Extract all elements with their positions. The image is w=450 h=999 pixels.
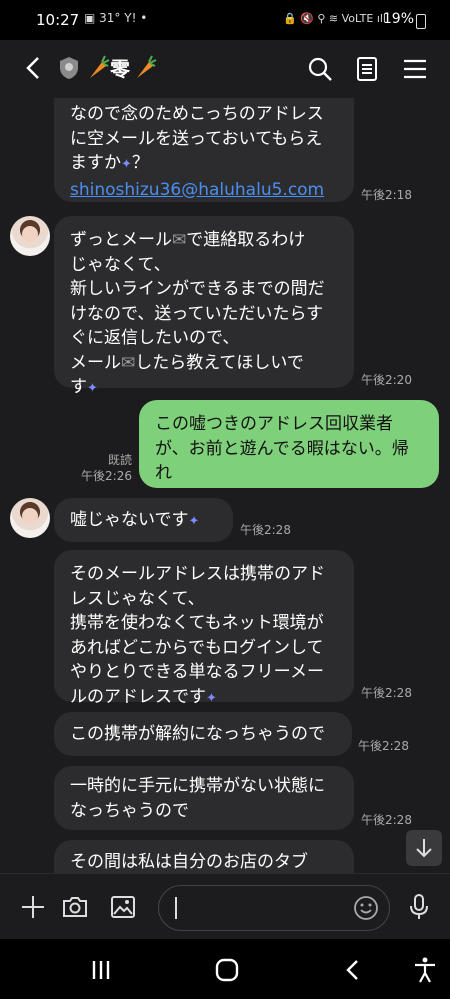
message-line: なので念のためこっちのアドレス bbox=[70, 104, 324, 124]
my-message-bubble[interactable]: この嘘つきのアドレス回収業者 が、お前と遊んでる暇はない。帰 れ bbox=[139, 400, 439, 488]
system-nav-bar bbox=[0, 939, 450, 999]
message-input-bar bbox=[0, 873, 450, 940]
carrot-icon bbox=[137, 55, 157, 78]
message-line: 嘘じゃないです✦ bbox=[70, 510, 200, 530]
back-icon[interactable] bbox=[20, 54, 48, 82]
status-bar: 10:27 ▣ 31° Y! • 🔒 🔇 ⚲ ≋ VoLTE ıll 19% bbox=[0, 0, 450, 40]
message-line: そのメールアドレスは携帯のアド bbox=[70, 564, 325, 584]
camera-icon[interactable] bbox=[60, 892, 90, 922]
chat-header: 零 bbox=[0, 40, 450, 98]
shield-icon bbox=[60, 57, 78, 79]
recent-apps-icon[interactable] bbox=[86, 955, 116, 985]
emoji-icon: ✦ bbox=[206, 690, 217, 706]
plus-icon[interactable] bbox=[18, 892, 48, 922]
carrot-icon bbox=[90, 55, 110, 78]
message-time: 午後2:28 bbox=[240, 523, 291, 537]
message-line: なっちゃうので bbox=[70, 800, 189, 821]
message-line: けなので、送っていただいたらす bbox=[70, 303, 324, 324]
email-link[interactable]: shinoshizu36@haluhalu5.com bbox=[70, 178, 338, 203]
message-line: あればどこからでもログインして bbox=[70, 637, 324, 658]
gallery-icon[interactable] bbox=[108, 892, 138, 922]
message-bubble[interactable]: 一時的に手元に携帯がない状態に なっちゃうので bbox=[54, 766, 354, 830]
message-bubble[interactable]: この携帯が解約になっちゃうので bbox=[54, 712, 352, 756]
message-line: やりとりできる単なるフリーメー bbox=[70, 662, 324, 682]
home-icon[interactable] bbox=[212, 955, 242, 985]
message-line: が、お前と遊んでる暇はない。帰 bbox=[155, 438, 409, 459]
message-list[interactable]: なので念のためこっちのアドレス に空メールを送っておいてもらえ ますか✦？ sh… bbox=[0, 98, 450, 873]
search-icon[interactable] bbox=[305, 54, 335, 84]
text-cursor bbox=[175, 897, 177, 919]
message-line: その間は私は自分のお店のタブ bbox=[70, 852, 308, 872]
message-line: この嘘つきのアドレス回収業者 bbox=[155, 414, 393, 434]
message-time: 午後2:28 bbox=[361, 813, 412, 827]
battery-icon bbox=[416, 14, 426, 29]
message-bubble[interactable]: なので念のためこっちのアドレス に空メールを送っておいてもらえ ますか✦？ sh… bbox=[54, 98, 354, 202]
message-time: 午後2:28 bbox=[358, 739, 409, 753]
mail-icon: ✉ bbox=[172, 230, 187, 250]
message-line: 新しいラインができるまでの間だ bbox=[70, 279, 325, 299]
message-line: ぐに返信したいので、 bbox=[70, 328, 240, 348]
message-line: れ bbox=[155, 463, 172, 483]
message-bubble[interactable]: その間は私は自分のお店のタブ bbox=[54, 840, 354, 873]
message-bubble[interactable]: ずっとメール✉で連絡取るわけ じゃなくて、 新しいラインができるまでの間だ けな… bbox=[54, 216, 354, 397]
emoji-icon[interactable] bbox=[352, 894, 380, 922]
mail-icon: ✉ bbox=[121, 352, 136, 373]
battery-level: 19% bbox=[382, 11, 414, 27]
message-line: レスじゃなくて、 bbox=[70, 588, 205, 609]
message-bubble[interactable]: そのメールアドレスは携帯のアド レスじゃなくて、 携帯を使わなくてもネット環境が… bbox=[54, 550, 354, 707]
message-line: す✦ bbox=[70, 377, 98, 397]
scroll-to-bottom-button[interactable] bbox=[406, 830, 442, 866]
avatar[interactable] bbox=[10, 216, 50, 256]
message-time: 午後2:18 bbox=[361, 188, 412, 202]
message-bubble[interactable]: 嘘じゃないです✦ bbox=[54, 498, 233, 542]
message-line: この携帯が解約になっちゃうので bbox=[70, 724, 325, 744]
message-time: 午後2:28 bbox=[361, 686, 412, 700]
status-notification-icons: ▣ 31° Y! • bbox=[84, 11, 148, 25]
message-line: 携帯を使わなくてもネット環境が bbox=[70, 613, 324, 633]
read-receipt: 既読 午後2:26 bbox=[81, 453, 132, 483]
status-system-icons: 🔒 🔇 ⚲ ≋ VoLTE ıll bbox=[282, 12, 386, 25]
emoji-icon: ✦ bbox=[87, 381, 98, 396]
status-time: 10:27 bbox=[36, 11, 80, 29]
message-line: ルのアドレスです✦ bbox=[70, 686, 217, 707]
chat-title: 零 bbox=[110, 57, 130, 81]
emoji-icon: ✦ bbox=[188, 514, 200, 529]
notes-icon[interactable] bbox=[352, 54, 382, 84]
message-line: ますか✦？ bbox=[70, 153, 149, 173]
message-line: じゃなくて、 bbox=[70, 254, 171, 275]
message-line: 一時的に手元に携帯がない状態に bbox=[70, 776, 325, 796]
emoji-icon: ✦ bbox=[121, 157, 132, 172]
menu-icon[interactable] bbox=[400, 54, 430, 84]
message-line: メール✉したら教えてほしいで bbox=[70, 352, 304, 373]
microphone-icon[interactable] bbox=[404, 892, 434, 922]
arrow-down-icon bbox=[416, 839, 432, 858]
avatar[interactable] bbox=[10, 498, 50, 538]
message-time: 午後2:20 bbox=[361, 373, 412, 387]
message-line: ずっとメール✉で連絡取るわけ bbox=[70, 230, 306, 250]
accessibility-icon[interactable] bbox=[410, 955, 440, 985]
message-line: に空メールを送っておいてもらえ bbox=[70, 128, 323, 149]
back-nav-icon[interactable] bbox=[338, 955, 368, 985]
